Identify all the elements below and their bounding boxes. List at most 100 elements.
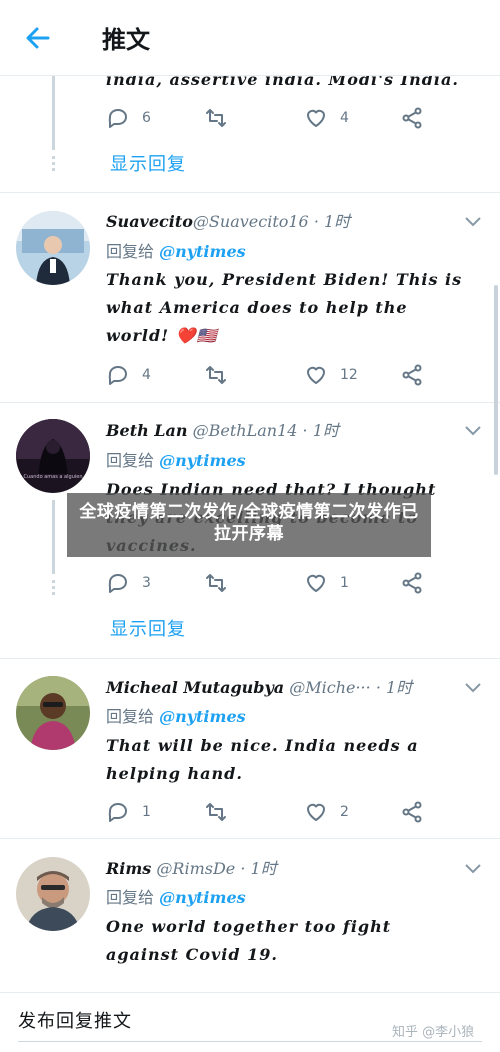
chevron-down-icon[interactable]: [462, 857, 484, 879]
reply-prefix: 回复给: [106, 451, 155, 470]
thread-dot: [52, 586, 55, 589]
reply-mention[interactable]: @nytimes: [159, 242, 246, 261]
like-button[interactable]: 2: [304, 797, 349, 827]
tweet-user-line: Micheal Mutagubya @Miche··· · 1时: [106, 674, 412, 698]
reply-icon: [108, 109, 127, 128]
tweet-text: One world together too fight against Cov…: [106, 917, 392, 964]
retweet-icon: [206, 366, 226, 384]
reply-prefix: 回复给: [106, 707, 155, 726]
show-replies-link[interactable]: 显示回复: [110, 150, 186, 176]
avatar-image: [16, 857, 90, 931]
user-handle[interactable]: @Miche···: [289, 678, 371, 697]
reply-prefix: 回复给: [106, 242, 155, 261]
user-name[interactable]: Beth Lan: [106, 421, 188, 440]
tweet-text: That will be nice. India needs a helping…: [106, 736, 419, 783]
headline-overlay: 全球疫情第二次发作/全球疫情第二次发作已拉开序幕: [67, 493, 431, 557]
heart-icon: [307, 366, 325, 384]
tweet-actions: 6 4: [106, 103, 436, 133]
retweet-button[interactable]: [204, 568, 228, 598]
retweet-icon: [206, 574, 226, 592]
reply-button[interactable]: 3: [106, 568, 151, 598]
divider: [0, 838, 500, 839]
tweet-actions: 3 1: [106, 568, 436, 598]
user-name[interactable]: Suavecito: [106, 212, 193, 231]
retweet-icon: [206, 803, 226, 821]
reply-count: 3: [142, 575, 151, 591]
user-handle[interactable]: @Suavecito16: [193, 212, 309, 231]
retweet-button[interactable]: [204, 103, 228, 133]
chevron-down-icon[interactable]: [462, 419, 484, 441]
chevron-down-icon[interactable]: [462, 210, 484, 232]
retweet-button[interactable]: [204, 797, 228, 827]
reply-button[interactable]: 6: [106, 103, 151, 133]
top-bar: 推文: [0, 0, 500, 76]
tweet-time: · 1时: [240, 859, 277, 878]
reply-icon: [108, 366, 127, 385]
user-handle[interactable]: @RimsDe: [156, 859, 235, 878]
retweet-icon: [206, 109, 226, 127]
reply-count: 4: [142, 367, 151, 383]
heart-icon: [307, 109, 325, 127]
reply-prefix: 回复给: [106, 888, 155, 907]
reply-button[interactable]: 4: [106, 360, 151, 390]
reply-to-line: 回复给 @nytimes: [106, 447, 246, 471]
page-title: 推文: [102, 26, 150, 54]
reply-to-line: 回复给 @nytimes: [106, 238, 246, 262]
retweet-button[interactable]: [204, 360, 228, 390]
user-handle[interactable]: @BethLan14: [193, 421, 298, 440]
like-button[interactable]: 4: [304, 103, 349, 133]
tweet-time: · 1时: [313, 212, 351, 231]
reply-mention[interactable]: @nytimes: [159, 888, 246, 907]
thread-line: [52, 500, 55, 574]
divider: [0, 658, 500, 659]
watermark: 知乎 @李小狼: [392, 1025, 475, 1040]
share-button[interactable]: [400, 797, 424, 827]
input-underline: [18, 1041, 482, 1042]
tweet-actions: 4 12: [106, 360, 436, 390]
chevron-down-icon[interactable]: [462, 676, 484, 698]
reply-count: 6: [142, 110, 151, 126]
tweet-actions: 1 2: [106, 797, 436, 827]
share-button[interactable]: [400, 360, 424, 390]
reply-composer-bar: 发布回复推文 知乎 @李小狼: [0, 992, 500, 1052]
share-icon: [402, 364, 422, 386]
reply-count: 1: [142, 804, 151, 820]
user-name[interactable]: Rims: [106, 859, 151, 878]
reply-input[interactable]: 发布回复推文: [18, 1007, 132, 1033]
heart-icon: [307, 803, 325, 821]
like-count: 2: [340, 804, 349, 820]
avatar-image: [16, 676, 90, 750]
back-arrow-icon[interactable]: [22, 22, 54, 54]
share-button[interactable]: [400, 568, 424, 598]
show-replies-link[interactable]: 显示回复: [110, 615, 186, 641]
reply-icon: [108, 803, 127, 822]
share-button[interactable]: [400, 103, 424, 133]
avatar[interactable]: [16, 211, 90, 285]
tweet-time: · 1时: [302, 421, 339, 440]
thread-line: [52, 76, 55, 150]
avatar-image: [16, 211, 90, 285]
avatar-caption: Cuando amas a alguien: [24, 474, 83, 480]
tweet-user-line: Suavecito@Suavecito16 · 1时: [106, 208, 350, 232]
tweet-user-line: Beth Lan @BethLan14 · 1时: [106, 417, 339, 441]
like-count: 12: [340, 367, 358, 383]
divider: [0, 192, 500, 193]
reply-mention[interactable]: @nytimes: [159, 707, 246, 726]
reply-button[interactable]: 1: [106, 797, 151, 827]
thread-dot: [52, 168, 55, 171]
heart-icon: [307, 574, 325, 592]
user-name[interactable]: Micheal Mutagubya: [106, 678, 284, 697]
like-button[interactable]: 12: [304, 360, 358, 390]
avatar[interactable]: Cuando amas a alguien: [16, 419, 90, 493]
avatar[interactable]: [16, 857, 90, 931]
thread-dot: [52, 156, 55, 159]
reply-to-line: 回复给 @nytimes: [106, 884, 246, 908]
avatar[interactable]: [16, 676, 90, 750]
tweet-time: · 1时: [375, 678, 413, 697]
avatar-image: Cuando amas a alguien: [16, 419, 90, 493]
tweet-user-line: Rims @RimsDe · 1时: [106, 855, 277, 879]
scrollbar[interactable]: [494, 285, 498, 475]
reply-mention[interactable]: @nytimes: [159, 451, 246, 470]
share-icon: [402, 801, 422, 823]
like-button[interactable]: 1: [304, 568, 349, 598]
